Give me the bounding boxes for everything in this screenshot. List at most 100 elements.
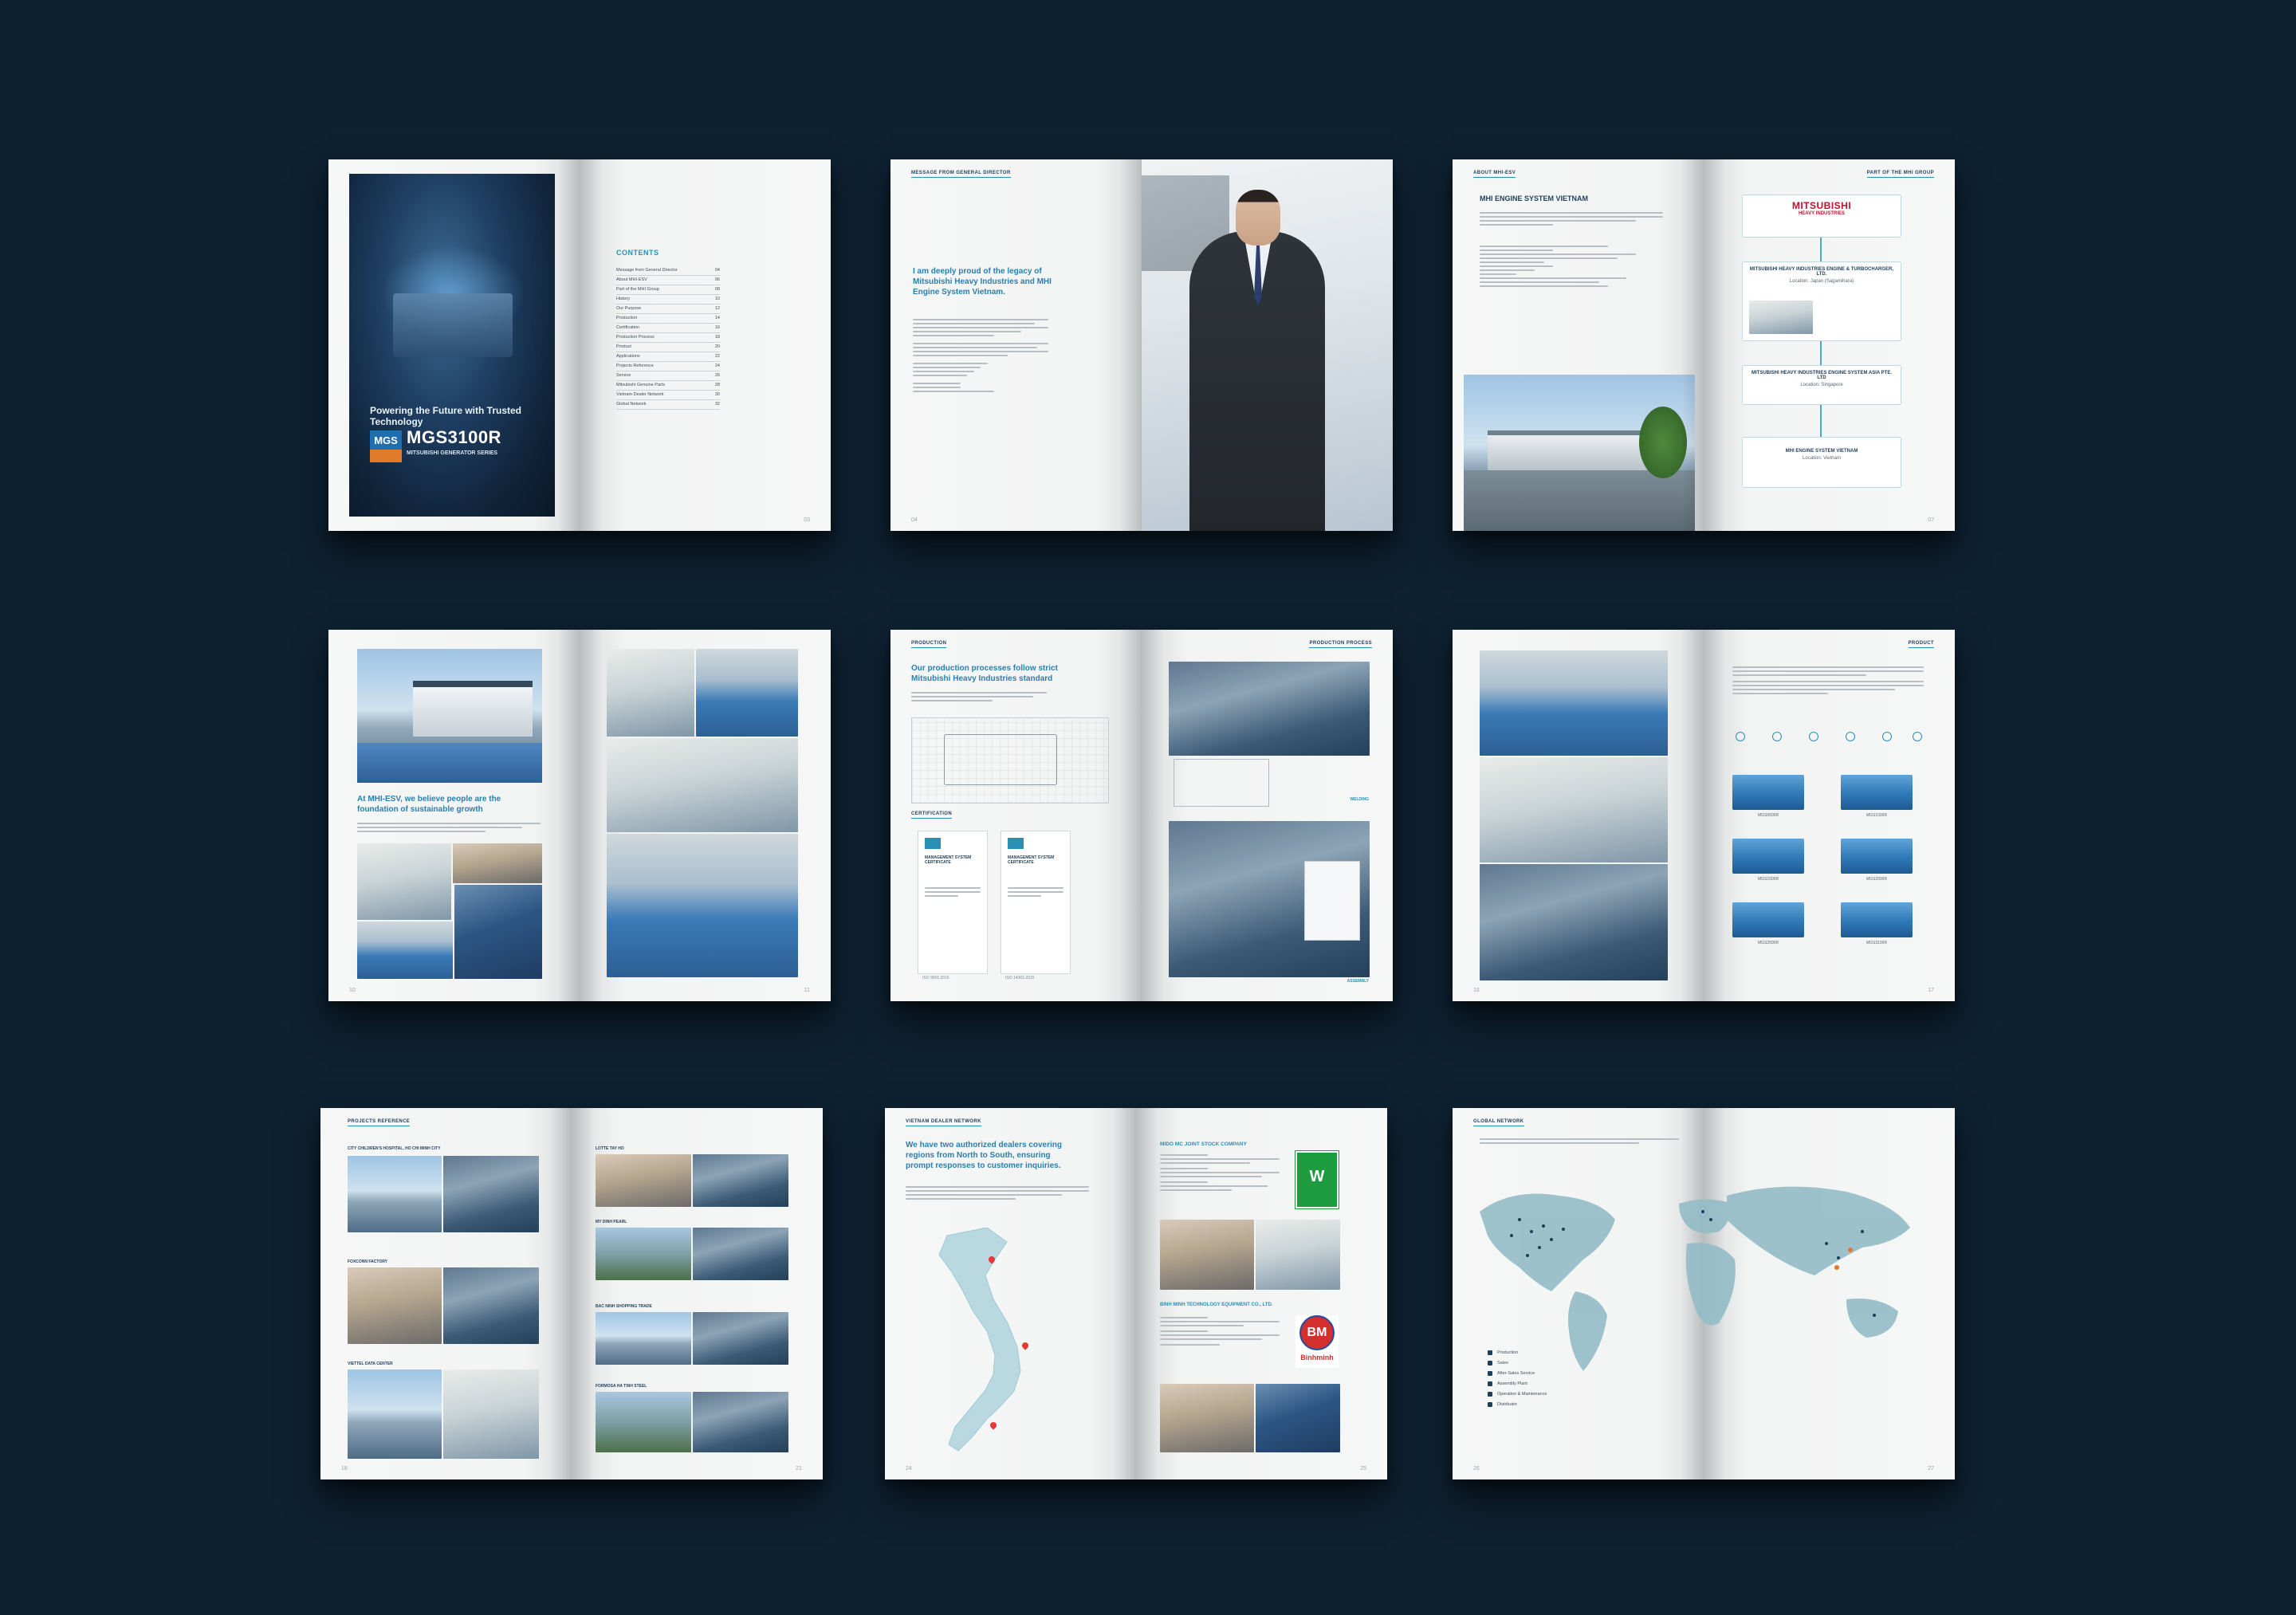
body-text [357, 823, 541, 835]
product-label: MGS1000R [1866, 813, 1888, 818]
project-name: VIETTEL DATA CENTER [348, 1362, 393, 1366]
contents-item: Vietnam Dealer Network 30 [616, 391, 720, 400]
headquarters-photo [357, 649, 542, 783]
body-text [911, 692, 1047, 704]
chain-box-3: MHI ENGINE SYSTEM VIETNAM Location: Viet… [1742, 437, 1901, 488]
contents-item-label: Projects Reference [616, 363, 654, 368]
projects-page-left: PROJECTS REFERENCE CITY CHILDREN'S HOSPI… [320, 1108, 572, 1479]
generator-image [1841, 775, 1913, 810]
assembly-label: ASSEMBLY [1347, 979, 1369, 984]
product-label: MGS0500R [1757, 813, 1779, 818]
contents-item-label: Global Network [616, 402, 647, 407]
chain-box-1: MITSUBISHI HEAVY INDUSTRIES ENGINE & TUR… [1742, 261, 1901, 341]
dealer-headline: We have two authorized dealers covering … [906, 1141, 1062, 1170]
section-label: PROJECTS REFERENCE [348, 1119, 411, 1126]
project-name: MY DINH PEARL [596, 1220, 627, 1224]
cover-model: MGS3100R [407, 427, 501, 447]
cover-tagline: Powering the Future with Trusted Technol… [370, 405, 522, 427]
contents-item: Product 20 [616, 343, 720, 352]
group-page: PART OF THE MHI GROUP MITSUBISHI HEAVY I… [1704, 159, 1955, 531]
product-label: MGS2500R [1757, 941, 1779, 945]
project-name: LOTTE TAY HO [596, 1146, 624, 1151]
contents-item: About MHI-ESV 06 [616, 276, 720, 285]
legend-label: Operation & Maintenance [1497, 1391, 1547, 1397]
dealer-map-page: VIETNAM DEALER NETWORK We have two autho… [885, 1108, 1136, 1479]
section-label: PRODUCTION [911, 641, 947, 648]
contents-item: Mitsubishi Genuine Parts 28 [616, 381, 720, 391]
body-text [906, 1186, 1089, 1202]
legend-label: Assembly Plant [1497, 1381, 1527, 1386]
body-text [1480, 1138, 1679, 1146]
certificate-2: MANAGEMENT SYSTEM CERTIFICATE [1001, 831, 1071, 974]
cert-iso-2: ISO 14001:2015 [1005, 976, 1035, 980]
contents-item-label: Vietnam Dealer Network [616, 392, 664, 397]
feature-icon [1846, 732, 1855, 741]
cert-section-label: CERTIFICATION [911, 811, 953, 819]
section-label: PRODUCT [1908, 641, 1934, 648]
production-page: PRODUCTION Our production processes foll… [890, 630, 1142, 1001]
contents-item-label: Our Purpose [616, 306, 642, 311]
contents-item: Global Network 32 [616, 400, 720, 410]
cover-series: MITSUBISHI GENERATOR SERIES [407, 450, 498, 456]
section-label: ABOUT MHI-ESV [1473, 171, 1516, 178]
factory-photo [1464, 375, 1695, 531]
world-map [1480, 1186, 1910, 1371]
director-photo-page [1142, 159, 1393, 531]
project-name: FOXCONN FACTORY [348, 1259, 388, 1264]
spread-product: 16 PRODUCT MGS0500R MGS1000R MGS1500R MG… [1453, 630, 1955, 1001]
people-photos-page: 11 [580, 630, 831, 1001]
contents-item-label: Mitsubishi Genuine Parts [616, 383, 666, 387]
dealer-1-name: MIDO MC JOINT STOCK COMPANY [1160, 1142, 1247, 1147]
purpose-headline: At MHI-ESV, we believe people are the fo… [357, 795, 501, 814]
contents-item: Projects Reference 24 [616, 362, 720, 371]
bm-logo-text: Binhminh [1300, 1354, 1334, 1362]
generator-image [1732, 902, 1804, 937]
chain-name: MITSUBISHI HEAVY INDUSTRIES ENGINE SYSTE… [1751, 371, 1893, 380]
contents-title: CONTENTS [616, 249, 659, 257]
contents-item: Service 26 [616, 371, 720, 381]
contents-item-label: Part of the MHI Group [616, 287, 659, 292]
legend-item: Operation & Maintenance [1488, 1389, 1547, 1399]
dealer-2-info [1160, 1317, 1280, 1348]
about-title: MHI ENGINE SYSTEM VIETNAM [1480, 195, 1589, 202]
cover-image: Powering the Future with Trusted Technol… [349, 174, 555, 517]
product-label: MGS1500R [1757, 877, 1779, 882]
feature-icon [1736, 732, 1745, 741]
contents-item-label: History [616, 297, 631, 301]
generator-image [1732, 839, 1804, 874]
contents-list: Message from General Director 04 About MHI… [616, 266, 720, 410]
spread-cover-contents: Powering the Future with Trusted Technol… [328, 159, 831, 531]
section-label: GLOBAL NETWORK [1473, 1119, 1524, 1126]
feature-icon [1913, 732, 1922, 741]
generator-image [1841, 839, 1913, 874]
purpose-page: At MHI-ESV, we believe people are the fo… [328, 630, 580, 1001]
factory-photos-page: 16 [1453, 630, 1704, 1001]
feature-icon [1809, 732, 1818, 741]
product-page: PRODUCT MGS0500R MGS1000R MGS1500R MGS20… [1704, 630, 1955, 1001]
spread-dealers: VIETNAM DEALER NETWORK We have two autho… [885, 1108, 1387, 1479]
spread-projects: PROJECTS REFERENCE CITY CHILDREN'S HOSPI… [320, 1108, 823, 1479]
contents-page: CONTENTS Message from General Director 04… [580, 159, 831, 531]
contents-item: History 10 [616, 295, 720, 305]
director-message-page: MESSAGE FROM GENERAL DIRECTOR I am deepl… [890, 159, 1142, 531]
section-label: MESSAGE FROM GENERAL DIRECTOR [911, 171, 1011, 178]
brand-sub: HEAVY INDUSTRIES [1798, 211, 1846, 216]
cert-title: MANAGEMENT SYSTEM CERTIFICATE [1008, 855, 1055, 865]
spread-purpose: At MHI-ESV, we believe people are the fo… [328, 630, 831, 1001]
production-process-page: PRODUCTION PROCESS WELDING ASSEMBLY [1142, 630, 1393, 1001]
spread-production: PRODUCTION Our production processes foll… [890, 630, 1393, 1001]
legend-label: Distributor [1497, 1401, 1518, 1407]
contents-item-label: Message from General Director [616, 268, 678, 273]
body-text [1732, 666, 1924, 697]
project-name: BAC NINH SHOPPING TRADE [596, 1304, 652, 1309]
product-label: MGS3100R [1866, 941, 1888, 945]
contents-item: Applications 22 [616, 352, 720, 362]
director-quote: I am deeply proud of the legacy of Mitsu… [913, 267, 1052, 297]
feature-icon [1772, 732, 1782, 741]
contents-item-label: About MHI-ESV [616, 277, 647, 282]
brand-name: MITSUBISHI [1791, 200, 1852, 211]
mitsubishi-logo-box: MITSUBISHI HEAVY INDUSTRIES [1742, 195, 1901, 238]
chain-name: MITSUBISHI HEAVY INDUSTRIES ENGINE & TUR… [1749, 267, 1894, 277]
contents-item: Our Purpose 12 [616, 305, 720, 314]
dealer-1-info [1160, 1154, 1280, 1193]
